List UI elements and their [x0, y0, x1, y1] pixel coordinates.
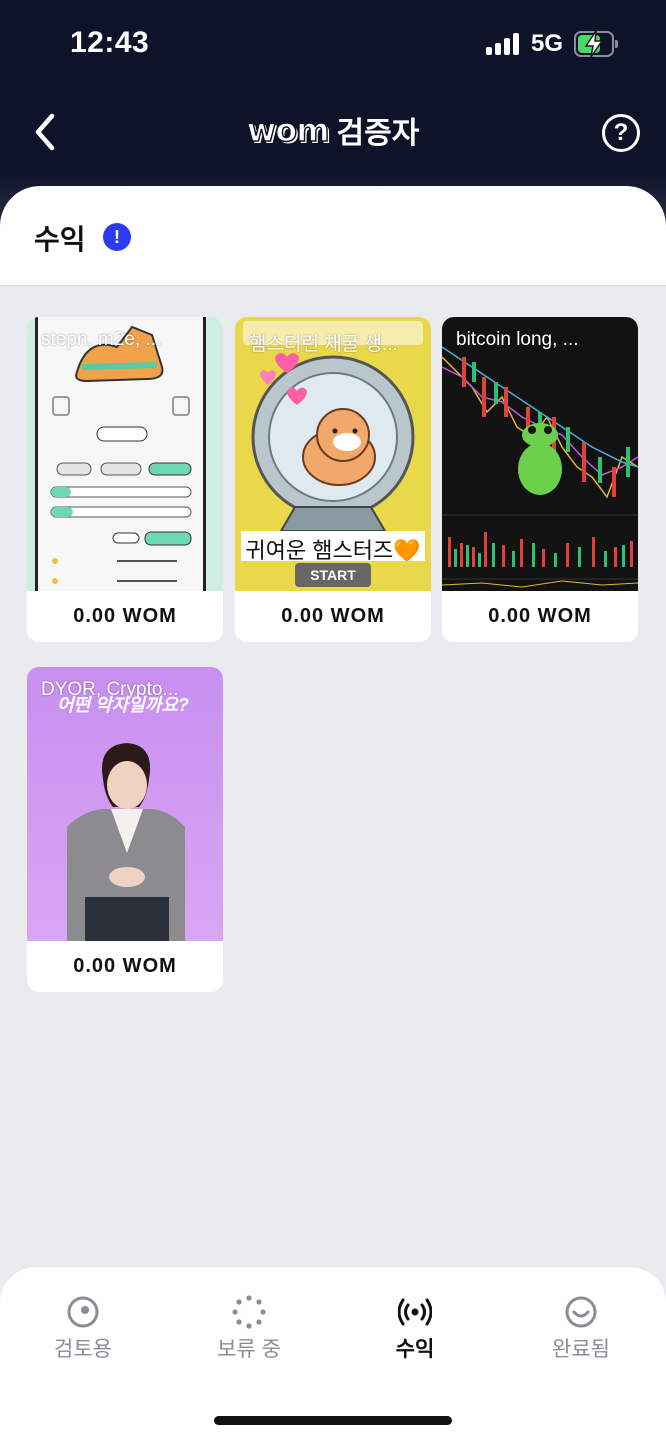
bottom-tab-bar: 검토용 보류 중 수익 완료됨	[0, 1266, 666, 1384]
eye-icon	[67, 1296, 99, 1328]
broadcast-icon	[398, 1298, 432, 1326]
home-indicator[interactable]	[214, 1416, 452, 1425]
page-title: wom 검증자	[0, 108, 666, 152]
tab-completed[interactable]: 완료됨	[521, 1295, 641, 1363]
wom-logo: wom	[246, 110, 330, 150]
tab-earnings[interactable]: 수익	[355, 1295, 475, 1363]
page-title-text: 검증자	[336, 117, 420, 150]
video-thumbnail	[442, 317, 638, 591]
card-title: 햄스터런 채굴 생...	[249, 334, 398, 355]
home-area	[0, 1384, 666, 1440]
signal-icon	[486, 33, 522, 55]
video-card[interactable]: DYOR, Crypto... 어떤 악자일까요? 0.00 WOM	[27, 667, 223, 992]
network-type: 5G	[531, 30, 564, 57]
section-header: 수익 !	[0, 186, 666, 286]
nav-header: wom 검증자 ?	[0, 100, 666, 164]
status-bar: 12:43 5G	[0, 0, 666, 90]
battery-icon	[574, 30, 618, 58]
start-button: START	[310, 567, 356, 583]
video-card[interactable]: 햄스터런 채굴 생... 귀여운 햄스터즈🧡 START 0.00 WOM	[235, 317, 431, 642]
card-amount: 0.00 WOM	[73, 605, 177, 627]
section-title: 수익	[34, 224, 86, 255]
card-amount: 0.00 WOM	[73, 955, 177, 977]
video-card[interactable]: stepn, m2e, ... 0.00 WOM	[27, 317, 223, 642]
card-overlay-text: 귀여운 햄스터즈🧡	[245, 538, 421, 563]
video-thumbnail	[27, 317, 223, 591]
info-icon[interactable]: !	[103, 223, 131, 251]
tab-label: 검토용	[54, 1338, 112, 1361]
tab-label: 완료됨	[552, 1338, 610, 1361]
card-amount: 0.00 WOM	[488, 605, 592, 627]
tab-label: 보류 중	[217, 1338, 281, 1361]
card-amount: 0.00 WOM	[281, 605, 385, 627]
card-title: bitcoin long, ...	[456, 329, 579, 350]
tab-review[interactable]: 검토용	[23, 1295, 143, 1363]
tab-label: 수익	[395, 1338, 435, 1361]
smile-icon	[565, 1296, 597, 1328]
help-icon[interactable]: ?	[602, 114, 640, 152]
tab-pending[interactable]: 보류 중	[189, 1295, 309, 1363]
loading-dots-icon	[232, 1295, 266, 1329]
video-card[interactable]: bitcoin long, ... 0.00 WOM	[442, 317, 638, 642]
status-time: 12:43	[70, 26, 150, 59]
card-overlay-text: 어떤 악자일까요?	[57, 695, 189, 715]
card-title: stepn, m2e, ...	[41, 329, 162, 350]
